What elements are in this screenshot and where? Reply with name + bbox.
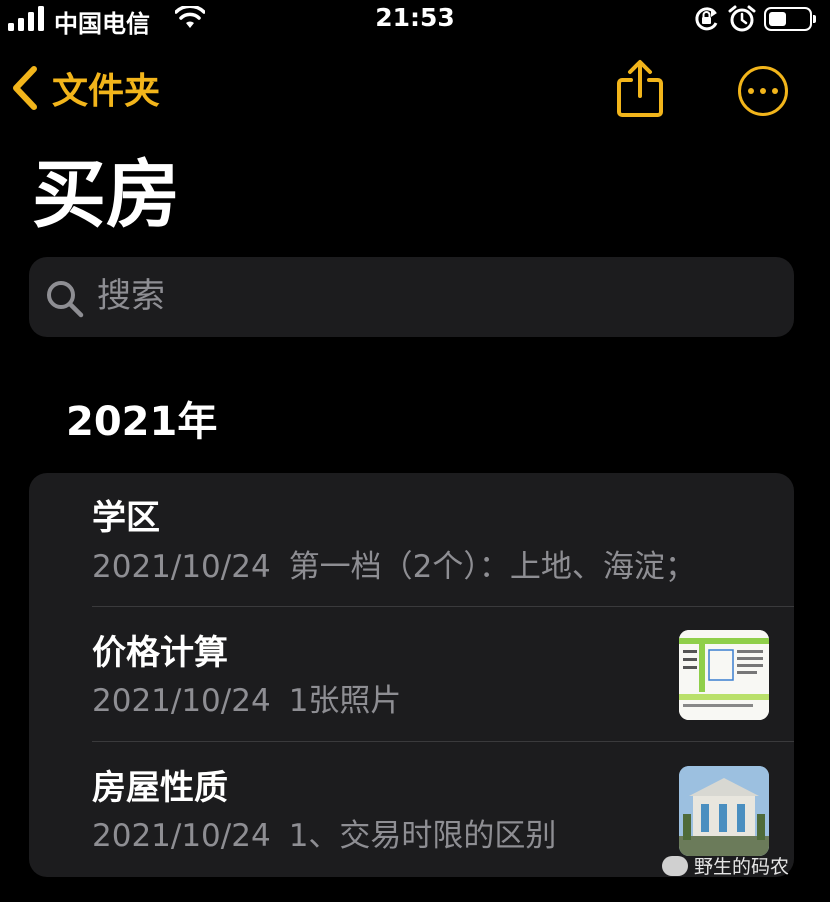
status-bar: 中国电信 21:53 (0, 0, 830, 40)
note-date: 2021/10/24 (92, 683, 271, 719)
note-thumbnail-image (679, 766, 769, 856)
note-date: 2021/10/24 (92, 549, 271, 585)
note-subtitle: 2021/10/24 1张照片 (92, 681, 401, 721)
search-icon (47, 281, 84, 318)
ellipsis-icon (748, 88, 754, 94)
ellipsis-icon (760, 88, 766, 94)
note-date: 2021/10/24 (92, 818, 271, 854)
watermark-text: 野生的码农 (694, 856, 790, 878)
battery-cap (813, 15, 816, 23)
battery-level-fill (769, 12, 786, 26)
back-button[interactable]: 文件夹 (10, 62, 160, 114)
note-title: 房屋性质 (92, 768, 228, 808)
note-preview: 第一档（2个）：上地、海淀； (288, 549, 696, 585)
note-subtitle: 2021/10/24 1、交易时限的区别 (92, 816, 556, 856)
table-photo-icon (679, 630, 769, 720)
note-subtitle: 2021/10/24 第一档（2个）：上地、海淀； (92, 547, 696, 587)
ellipsis-icon (772, 88, 778, 94)
building-photo-icon (679, 766, 769, 856)
watermark: 野生的码农 (662, 852, 789, 879)
back-button-label: 文件夹 (52, 71, 161, 112)
note-row[interactable]: 学区 2021/10/24 第一档（2个）：上地、海淀； (29, 473, 794, 608)
notes-list: 学区 2021/10/24 第一档（2个）：上地、海淀； 价格计算 2021/10… (29, 473, 794, 877)
note-title: 价格计算 (92, 633, 228, 673)
section-header: 2021年 (66, 399, 218, 445)
battery-icon (764, 7, 816, 31)
wechat-bubble-icon (662, 855, 688, 876)
chevron-left-icon (13, 66, 37, 110)
search-placeholder: 搜索 (97, 276, 165, 316)
note-preview: 1张照片 (288, 683, 402, 719)
alarm-clock-icon (728, 5, 756, 32)
note-row[interactable]: 价格计算 2021/10/24 1张照片 (29, 607, 794, 742)
rotation-lock-icon (695, 7, 718, 31)
note-preview: 1、交易时限的区别 (288, 818, 557, 854)
share-button[interactable] (614, 58, 666, 124)
page-title: 买房 (32, 152, 180, 238)
search-field[interactable]: 搜索 (29, 257, 794, 337)
note-thumbnail-image (679, 630, 769, 720)
share-icon (617, 60, 663, 117)
more-options-button[interactable] (738, 66, 788, 116)
note-title: 学区 (92, 498, 160, 538)
